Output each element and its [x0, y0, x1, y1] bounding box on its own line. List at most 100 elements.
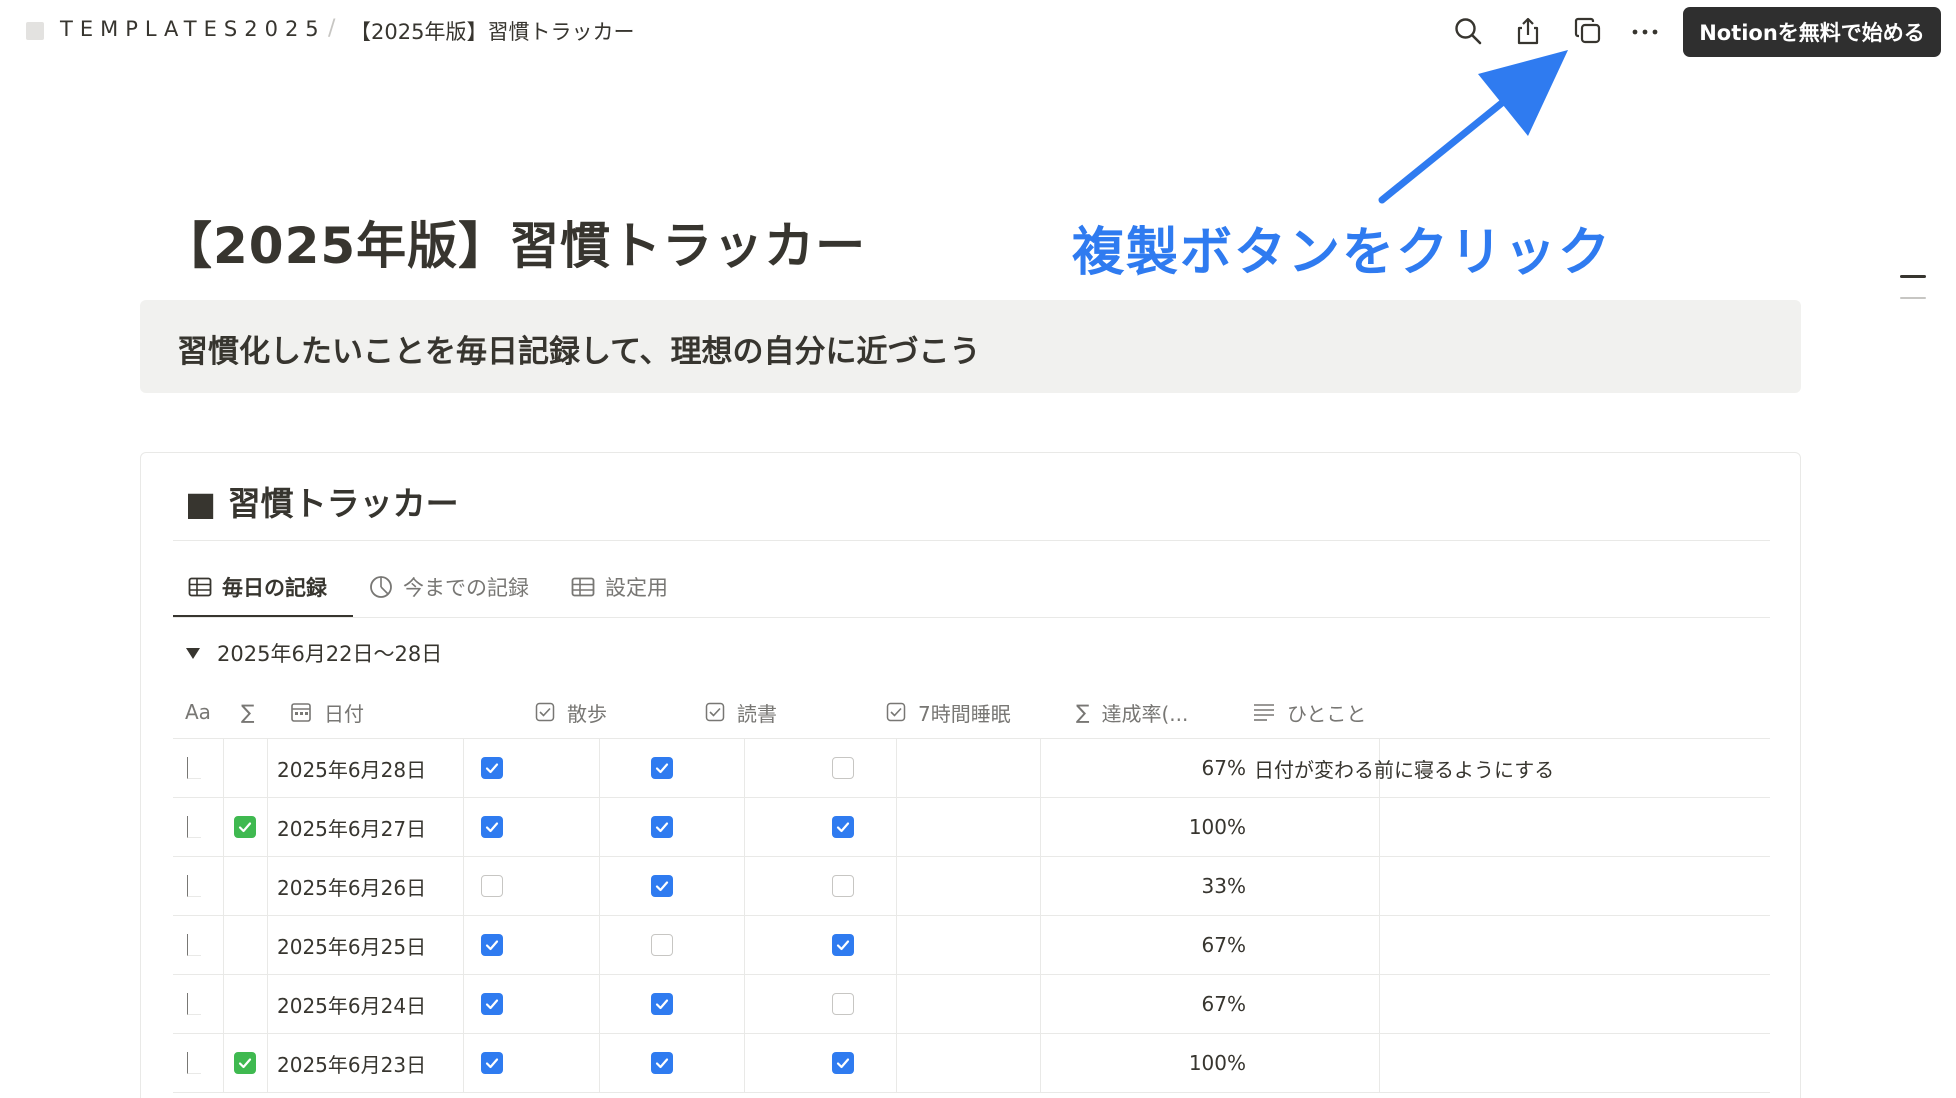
row-name-cell[interactable] [187, 1034, 201, 1092]
toc-marker-active[interactable] [1900, 275, 1926, 278]
breadcrumb-page[interactable]: 【2025年版】習慣トラッカー [350, 16, 634, 46]
column-divider [599, 798, 600, 856]
column-divider [267, 857, 268, 915]
start-notion-button[interactable]: Notionを無料で始める [1683, 7, 1941, 57]
row-name-cell[interactable] [187, 739, 201, 797]
sleep-checkbox[interactable] [832, 757, 854, 779]
date-cell[interactable]: 2025年6月27日 [277, 798, 426, 856]
date-cell[interactable]: 2025年6月23日 [277, 1034, 426, 1092]
database-heading: ■ 習慣トラッカー [185, 484, 459, 523]
column-name[interactable]: Aa [185, 685, 211, 739]
walk-checkbox[interactable] [481, 757, 503, 779]
sleep-cell [832, 975, 854, 1033]
walk-cell [481, 857, 503, 915]
column-walk[interactable]: 散歩 [535, 685, 607, 739]
column-divider [267, 975, 268, 1033]
group-header[interactable]: 2025年6月22日〜28日 [185, 638, 442, 668]
reading-checkbox[interactable] [651, 1052, 673, 1074]
column-divider [463, 857, 464, 915]
database-block: ■ 習慣トラッカー 毎日の記録 今までの記録 設定用 2025年6月22日〜28… [140, 452, 1801, 1098]
row-name-cell[interactable] [187, 916, 201, 974]
row-complete-cell [234, 1034, 256, 1092]
row-name-cell[interactable] [187, 857, 201, 915]
column-sleep[interactable]: 7時間睡眠 [886, 685, 1011, 739]
table-row: 2025年6月27日 100% [173, 798, 1770, 857]
column-divider [744, 916, 745, 974]
row-name-cell[interactable] [187, 798, 201, 856]
sigma-icon: ∑ [1076, 700, 1090, 724]
column-divider [896, 916, 897, 974]
column-divider [463, 916, 464, 974]
search-icon[interactable] [1451, 14, 1485, 48]
column-divider [1379, 798, 1380, 856]
table-row: 2025年6月28日 67% 日付が変わる前に寝るようにする [173, 739, 1770, 798]
column-divider [223, 857, 224, 915]
date-cell[interactable]: 2025年6月26日 [277, 857, 426, 915]
walk-cell [481, 739, 503, 797]
row-name-cell[interactable] [187, 975, 201, 1033]
column-divider [223, 739, 224, 797]
duplicate-icon[interactable] [1571, 14, 1605, 48]
table-header: Aa ∑ 日付 散歩 読書 7時間睡眠 ∑ 達成率(... ひとこと [173, 685, 1770, 739]
check-mark-icon [234, 1052, 256, 1074]
toc-marker[interactable] [1900, 297, 1926, 299]
walk-checkbox[interactable] [481, 934, 503, 956]
workspace-icon[interactable] [26, 22, 44, 40]
column-divider [267, 798, 268, 856]
column-divider [744, 1034, 745, 1092]
tab-history[interactable]: 今までの記録 [369, 558, 529, 616]
column-divider [1379, 975, 1380, 1033]
reading-checkbox[interactable] [651, 757, 673, 779]
column-divider [599, 975, 600, 1033]
column-divider [267, 916, 268, 974]
empty-title-icon [187, 934, 201, 956]
column-divider [896, 798, 897, 856]
reading-checkbox[interactable] [651, 816, 673, 838]
rate-cell: 67% [1201, 992, 1246, 1016]
rate-cell: 100% [1188, 815, 1246, 839]
note-cell[interactable]: 日付が変わる前に寝るようにする [1254, 739, 1554, 797]
walk-checkbox[interactable] [481, 993, 503, 1015]
column-divider [1379, 1034, 1380, 1092]
sleep-checkbox[interactable] [832, 816, 854, 838]
sleep-checkbox[interactable] [832, 934, 854, 956]
callout-block: 習慣化したいことを毎日記録して、理想の自分に近づこう [140, 300, 1801, 393]
column-note[interactable]: ひとこと [1253, 685, 1366, 739]
walk-cell [481, 975, 503, 1033]
sleep-cell [832, 739, 854, 797]
column-rate[interactable]: ∑ 達成率(... [1076, 685, 1188, 739]
sleep-checkbox[interactable] [832, 993, 854, 1015]
checkbox-icon [886, 702, 906, 722]
share-icon[interactable] [1511, 14, 1545, 48]
table-body: 2025年6月28日 67% 日付が変わる前に寝るようにする 2025年6月27日 10… [173, 739, 1770, 1093]
reading-checkbox[interactable] [651, 875, 673, 897]
workspace-name[interactable]: TEMPLATES2025 [60, 17, 326, 41]
column-reading[interactable]: 読書 [705, 685, 777, 739]
reading-checkbox[interactable] [651, 934, 673, 956]
checkbox-icon [705, 702, 725, 722]
tab-daily[interactable]: 毎日の記録 [188, 558, 327, 616]
column-divider [1379, 857, 1380, 915]
sleep-checkbox[interactable] [832, 1052, 854, 1074]
date-cell[interactable]: 2025年6月24日 [277, 975, 426, 1033]
tab-settings[interactable]: 設定用 [571, 558, 668, 616]
walk-checkbox[interactable] [481, 1052, 503, 1074]
walk-checkbox[interactable] [481, 875, 503, 897]
reading-checkbox[interactable] [651, 993, 673, 1015]
column-divider [896, 1034, 897, 1092]
sleep-checkbox[interactable] [832, 875, 854, 897]
column-formula[interactable]: ∑ [241, 685, 254, 739]
empty-title-icon [187, 993, 201, 1015]
date-cell[interactable]: 2025年6月28日 [277, 739, 426, 797]
column-date[interactable]: 日付 [290, 685, 364, 739]
check-mark-icon [234, 816, 256, 838]
empty-title-icon [187, 757, 201, 779]
date-cell[interactable]: 2025年6月25日 [277, 916, 426, 974]
walk-checkbox[interactable] [481, 816, 503, 838]
column-divider [463, 975, 464, 1033]
reading-cell [651, 739, 673, 797]
empty-title-icon [187, 1052, 201, 1074]
checkbox-icon [535, 702, 555, 722]
table-row: 2025年6月24日 67% [173, 975, 1770, 1034]
more-icon[interactable] [1628, 14, 1662, 48]
